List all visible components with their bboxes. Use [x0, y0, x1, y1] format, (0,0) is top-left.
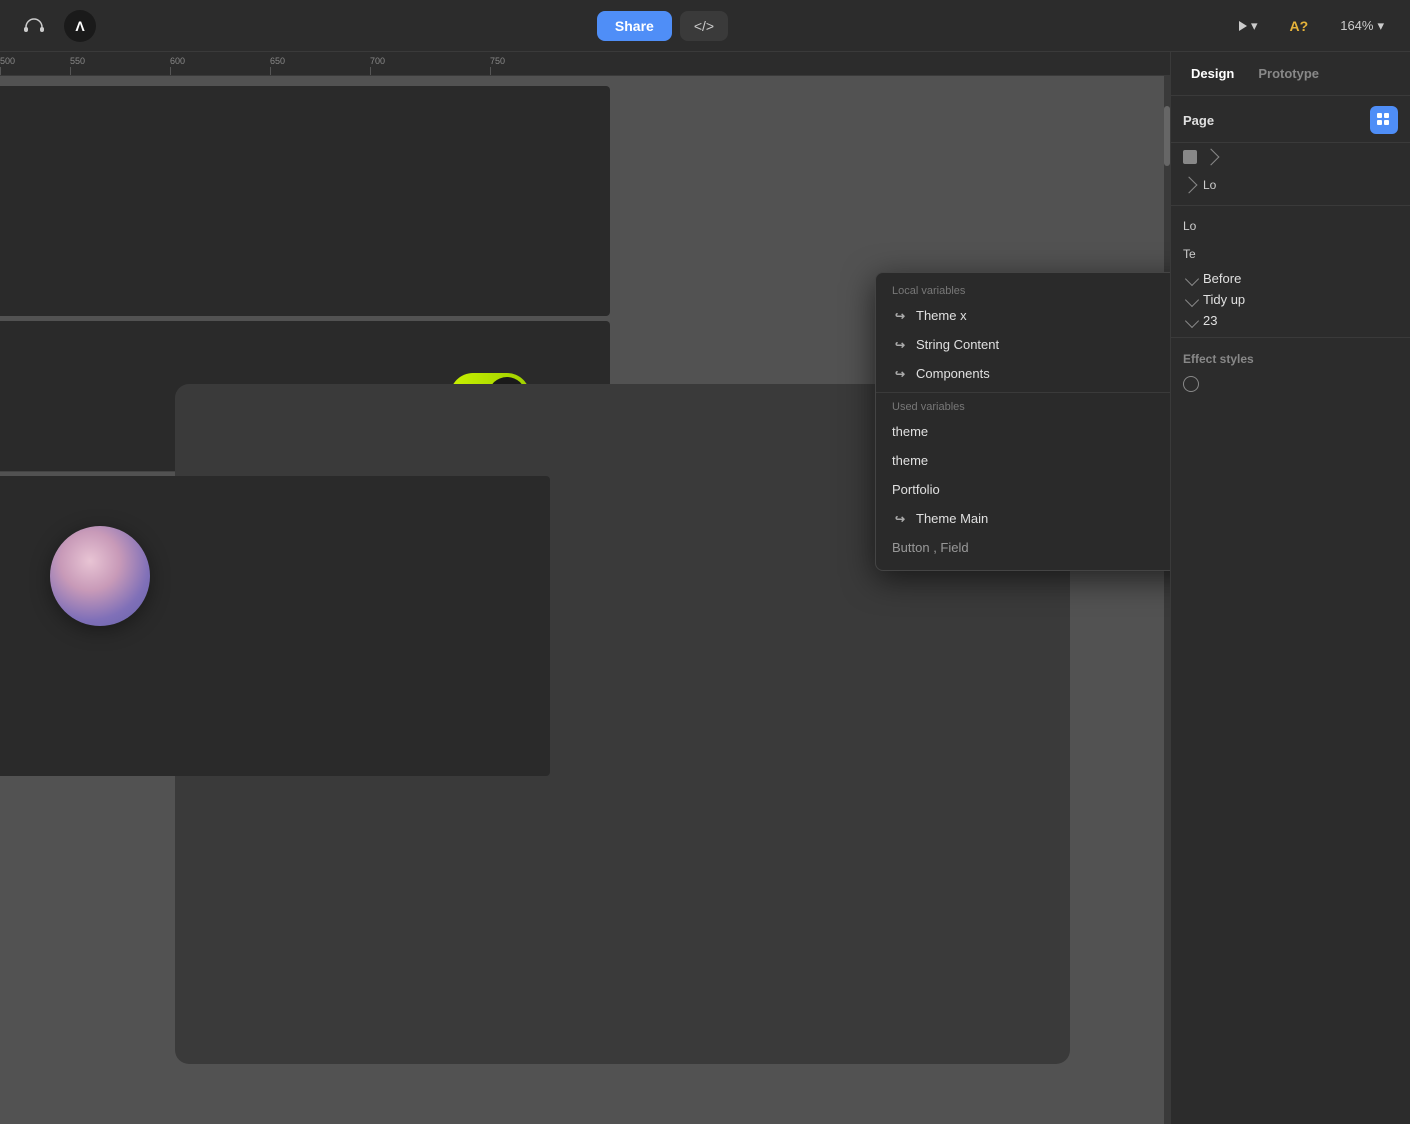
logo-icon: Λ: [64, 10, 96, 42]
topbar: Λ Share </> ▾ A? 164% ▾: [0, 0, 1410, 52]
code-button[interactable]: </>: [680, 11, 728, 41]
dropdown-item-portfolio[interactable]: Portfolio: [876, 475, 1170, 504]
dropdown-item-theme-2[interactable]: theme: [876, 446, 1170, 475]
separator-2: [1171, 337, 1410, 338]
page-header: Page: [1171, 96, 1410, 143]
theme-main-label: Theme Main: [916, 511, 1170, 526]
loc2-partial-label: Lo: [1183, 219, 1196, 233]
theme-1-label: theme: [892, 424, 1170, 439]
used-variables-label: Used variables: [876, 397, 1170, 417]
dropdown-item-components[interactable]: ↪ Components: [876, 359, 1170, 388]
portfolio-label: Portfolio: [892, 482, 1170, 497]
button-field-label: Button , Field: [892, 540, 1170, 555]
canvas-area[interactable]: 500 550 600 650 700 750: [0, 52, 1170, 1124]
page-icon-button[interactable]: [1370, 106, 1398, 134]
right-panel: Design Prototype Page: [1170, 52, 1410, 1124]
effect-styles-title: Effect styles: [1183, 352, 1398, 366]
before-label: Before: [1203, 271, 1394, 286]
before-row[interactable]: Before: [1175, 268, 1406, 289]
indent-icon-string-content: ↪: [892, 338, 908, 352]
canvas-content: [0, 76, 1170, 1124]
tab-design[interactable]: Design: [1183, 60, 1242, 87]
tidy-up-row[interactable]: Tidy up: [1175, 289, 1406, 310]
small-square-icon: [1183, 150, 1197, 164]
topbar-right: ▾ A? 164% ▾: [1229, 11, 1394, 41]
loc1-partial-label: Lo: [1203, 178, 1216, 192]
dropdown-item-button-field[interactable]: Button , Field: [876, 533, 1170, 562]
components-label: Components: [916, 366, 1170, 381]
topbar-center: Share </>: [597, 11, 728, 41]
page-title: Page: [1183, 113, 1214, 128]
dropdown-item-string-content[interactable]: ↪ String Content: [876, 330, 1170, 359]
main-area: 500 550 600 650 700 750: [0, 52, 1410, 1124]
indent-icon-components: ↪: [892, 367, 908, 381]
zoom-button[interactable]: 164% ▾: [1330, 11, 1394, 41]
frame-top: [0, 86, 610, 316]
dropdown-item-theme-x[interactable]: ↪ Theme x: [876, 301, 1170, 330]
collapse-arrow-23: [1185, 313, 1199, 327]
frame-bottom: [0, 476, 550, 776]
collapse-arrow-before: [1185, 271, 1199, 285]
headphones-button[interactable]: [16, 8, 52, 44]
panel-tabs: Design Prototype: [1171, 52, 1410, 96]
scroll-thumb-vertical[interactable]: [1164, 106, 1170, 166]
chevron-right-icon-loc1: [1181, 177, 1198, 194]
panel-row-loc1[interactable]: Lo: [1171, 171, 1410, 199]
chevron-right-icon-1: [1203, 149, 1220, 166]
horizontal-ruler: 500 550 600 650 700 750: [0, 52, 1170, 76]
scroll-track-vertical: [1164, 76, 1170, 1124]
panel-row-tex[interactable]: Te: [1171, 240, 1410, 268]
indent-icon-theme-main: ↪: [892, 512, 908, 526]
play-icon: [1239, 21, 1247, 31]
tidy-up-label: Tidy up: [1203, 292, 1394, 307]
share-button[interactable]: Share: [597, 11, 672, 41]
theme-x-label: Theme x: [916, 308, 1170, 323]
panel-row-loc2[interactable]: Lo: [1171, 212, 1410, 240]
dropdown-item-theme-1[interactable]: theme: [876, 417, 1170, 446]
topbar-left: Λ: [16, 8, 96, 44]
label-23: 23: [1203, 313, 1394, 328]
panel-row-1: [1171, 143, 1410, 171]
tab-prototype[interactable]: Prototype: [1250, 60, 1327, 87]
tex-partial-label: Te: [1183, 247, 1196, 261]
effect-icon: [1183, 376, 1199, 392]
a-check-button[interactable]: A?: [1280, 11, 1319, 41]
theme-2-label: theme: [892, 453, 1170, 468]
string-content-label: String Content: [916, 337, 1170, 352]
indent-icon-theme-x: ↪: [892, 309, 908, 323]
local-variables-label: Local variables: [876, 281, 1170, 301]
row-23[interactable]: 23: [1175, 310, 1406, 331]
dropdown-separator-1: [876, 392, 1170, 393]
separator-1: [1171, 205, 1410, 206]
orb-element: [50, 526, 150, 626]
dropdown-item-theme-main[interactable]: ↪ Theme Main: [876, 504, 1170, 533]
play-button[interactable]: ▾: [1229, 11, 1268, 41]
panel-scroll: Lo Lo Te Before Tidy up 23: [1171, 143, 1410, 1124]
variables-dropdown: Local variables ↪ Theme x ↪ String Conte…: [875, 272, 1170, 571]
effect-styles-section: Effect styles: [1171, 344, 1410, 400]
collapse-arrow-tidy: [1185, 292, 1199, 306]
